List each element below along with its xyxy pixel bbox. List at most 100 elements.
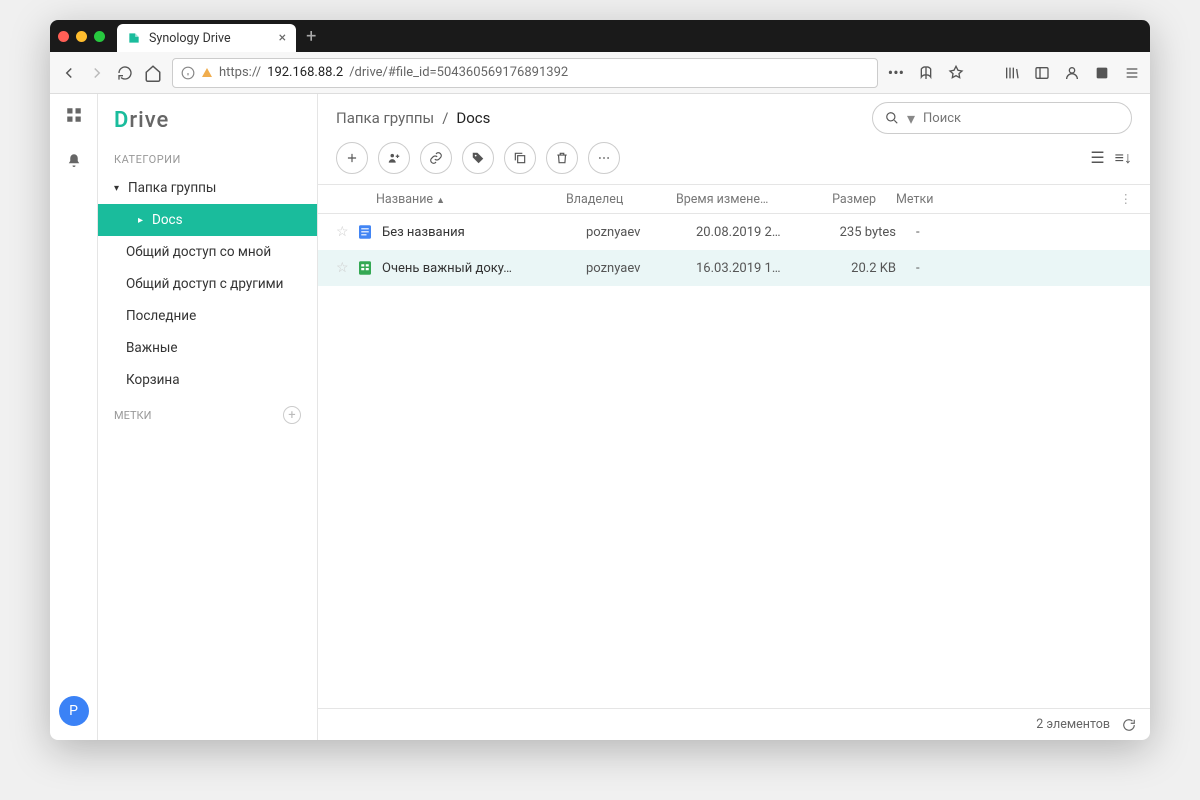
labels-label: МЕТКИ	[114, 409, 151, 422]
bookmark-star-icon[interactable]	[948, 65, 964, 81]
tag-button[interactable]	[462, 142, 494, 174]
minimize-window-icon[interactable]	[76, 31, 87, 42]
browser-tab[interactable]: Synology Drive ×	[117, 24, 296, 52]
maximize-window-icon[interactable]	[94, 31, 105, 42]
search-input[interactable]	[923, 111, 1119, 126]
delete-button[interactable]	[546, 142, 578, 174]
sidebar-item-shared-with-me[interactable]: Общий доступ со мной	[98, 236, 317, 268]
star-icon[interactable]: ☆	[336, 260, 356, 276]
app-logo: Drive	[98, 108, 317, 147]
copy-button[interactable]	[504, 142, 536, 174]
status-count: 2 элементов	[1036, 717, 1110, 732]
window-controls	[58, 31, 105, 42]
sort-asc-icon: ▲	[436, 196, 445, 206]
more-actions-button[interactable]	[588, 142, 620, 174]
url-prefix: https://	[219, 65, 261, 80]
apps-grid-icon[interactable]	[65, 106, 83, 124]
browser-window: Synology Drive × + https:// 192.168.88.2 /…	[50, 20, 1150, 740]
toolbar: ☰ ≡↓	[318, 142, 1150, 184]
app-rail: P	[50, 94, 98, 740]
url-path: /drive/#file_id=504360569176891392	[349, 65, 568, 80]
close-tab-icon[interactable]: ×	[279, 30, 286, 46]
sidebar-item-group-folder[interactable]: ▾Папка группы	[98, 172, 317, 204]
breadcrumb-sep: /	[442, 109, 448, 127]
url-field[interactable]: https:// 192.168.88.2/drive/#file_id=5043…	[172, 58, 878, 88]
file-time: 20.08.2019 2…	[696, 225, 806, 240]
breadcrumb-root[interactable]: Папка группы	[336, 109, 434, 127]
table-row[interactable]: ☆ Без названия poznyaev 20.08.2019 2… 23…	[318, 214, 1150, 250]
caret-down-icon: ▾	[114, 183, 124, 194]
search-caret-icon[interactable]: ▾	[907, 109, 915, 128]
browser-address-bar: https:// 192.168.88.2/drive/#file_id=5043…	[50, 52, 1150, 94]
drive-favicon-icon	[127, 31, 141, 45]
lock-warn-icon	[201, 67, 213, 79]
addrbar-actions: •••	[888, 63, 964, 82]
sidebar: Drive КАТЕГОРИИ ▾Папка группы ▸Docs Общи…	[98, 94, 318, 740]
file-time: 16.03.2019 1…	[696, 261, 806, 276]
avatar[interactable]: P	[59, 696, 89, 726]
nav-tree: ▾Папка группы ▸Docs Общий доступ со мной…	[98, 172, 317, 396]
col-labels[interactable]: Метки	[896, 192, 1120, 207]
avatar-letter: P	[69, 703, 78, 719]
col-menu-icon[interactable]: ⋮	[1120, 191, 1133, 207]
file-owner: poznyaev	[586, 261, 696, 276]
app-root: P Drive КАТЕГОРИИ ▾Папка группы ▸Docs Об…	[50, 94, 1150, 740]
file-owner: poznyaev	[586, 225, 696, 240]
sidebar-item-starred[interactable]: Важные	[98, 332, 317, 364]
link-button[interactable]	[420, 142, 452, 174]
col-time[interactable]: Время измене…	[676, 192, 786, 207]
sidebar-icon[interactable]	[1034, 65, 1050, 81]
categories-label: КАТЕГОРИИ	[98, 147, 317, 172]
add-button[interactable]	[336, 142, 368, 174]
star-icon[interactable]: ☆	[336, 224, 356, 240]
search-icon	[885, 111, 899, 125]
col-name[interactable]: Название ▲	[336, 192, 566, 207]
file-size: 235 bytes	[806, 225, 916, 240]
sort-view-icon[interactable]: ≡↓	[1115, 148, 1132, 168]
caret-right-icon: ▸	[138, 215, 148, 226]
add-label-button[interactable]: +	[283, 406, 301, 424]
back-button[interactable]	[60, 64, 78, 82]
document-icon	[356, 223, 374, 241]
reload-button[interactable]	[116, 64, 134, 82]
sidebar-item-docs[interactable]: ▸Docs	[98, 204, 317, 236]
forward-button[interactable]	[88, 64, 106, 82]
toolbar-right	[1004, 65, 1140, 81]
browser-tabbar: Synology Drive × +	[50, 20, 1150, 52]
url-host: 192.168.88.2	[267, 65, 343, 80]
status-bar: 2 элементов	[318, 708, 1150, 740]
account-icon[interactable]	[1064, 65, 1080, 81]
menu-icon[interactable]	[1124, 65, 1140, 81]
breadcrumb: Папка группы / Docs	[336, 109, 490, 127]
table-row[interactable]: ☆ Очень важный доку… poznyaev 16.03.2019…	[318, 250, 1150, 286]
reader-icon[interactable]	[918, 65, 934, 81]
file-list: ☆ Без названия poznyaev 20.08.2019 2… 23…	[318, 214, 1150, 708]
bell-icon[interactable]	[65, 152, 83, 170]
file-name: Очень важный доку…	[382, 261, 512, 276]
sidebar-item-recent[interactable]: Последние	[98, 300, 317, 332]
file-name: Без названия	[382, 225, 465, 240]
col-owner[interactable]: Владелец	[566, 192, 676, 207]
breadcrumb-current: Docs	[456, 109, 490, 127]
close-window-icon[interactable]	[58, 31, 69, 42]
refresh-icon[interactable]	[1122, 718, 1136, 732]
spreadsheet-icon	[356, 259, 374, 277]
new-tab-button[interactable]: +	[306, 26, 316, 47]
info-icon	[181, 66, 195, 80]
tab-title: Synology Drive	[149, 31, 231, 46]
table-header: Название ▲ Владелец Время измене… Размер…	[318, 184, 1150, 214]
file-labels: -	[916, 225, 1132, 240]
topbar: Папка группы / Docs ▾	[318, 94, 1150, 142]
col-size[interactable]: Размер	[786, 192, 896, 207]
sidebar-item-shared-with-others[interactable]: Общий доступ с другими	[98, 268, 317, 300]
list-view-icon[interactable]: ☰	[1090, 148, 1104, 168]
search-field[interactable]: ▾	[872, 102, 1132, 134]
more-icon[interactable]: •••	[888, 63, 904, 82]
extension-icon[interactable]	[1094, 65, 1110, 81]
library-icon[interactable]	[1004, 65, 1020, 81]
share-user-button[interactable]	[378, 142, 410, 174]
home-button[interactable]	[144, 64, 162, 82]
main-pane: Папка группы / Docs ▾	[318, 94, 1150, 740]
file-labels: -	[916, 261, 1132, 276]
sidebar-item-trash[interactable]: Корзина	[98, 364, 317, 396]
